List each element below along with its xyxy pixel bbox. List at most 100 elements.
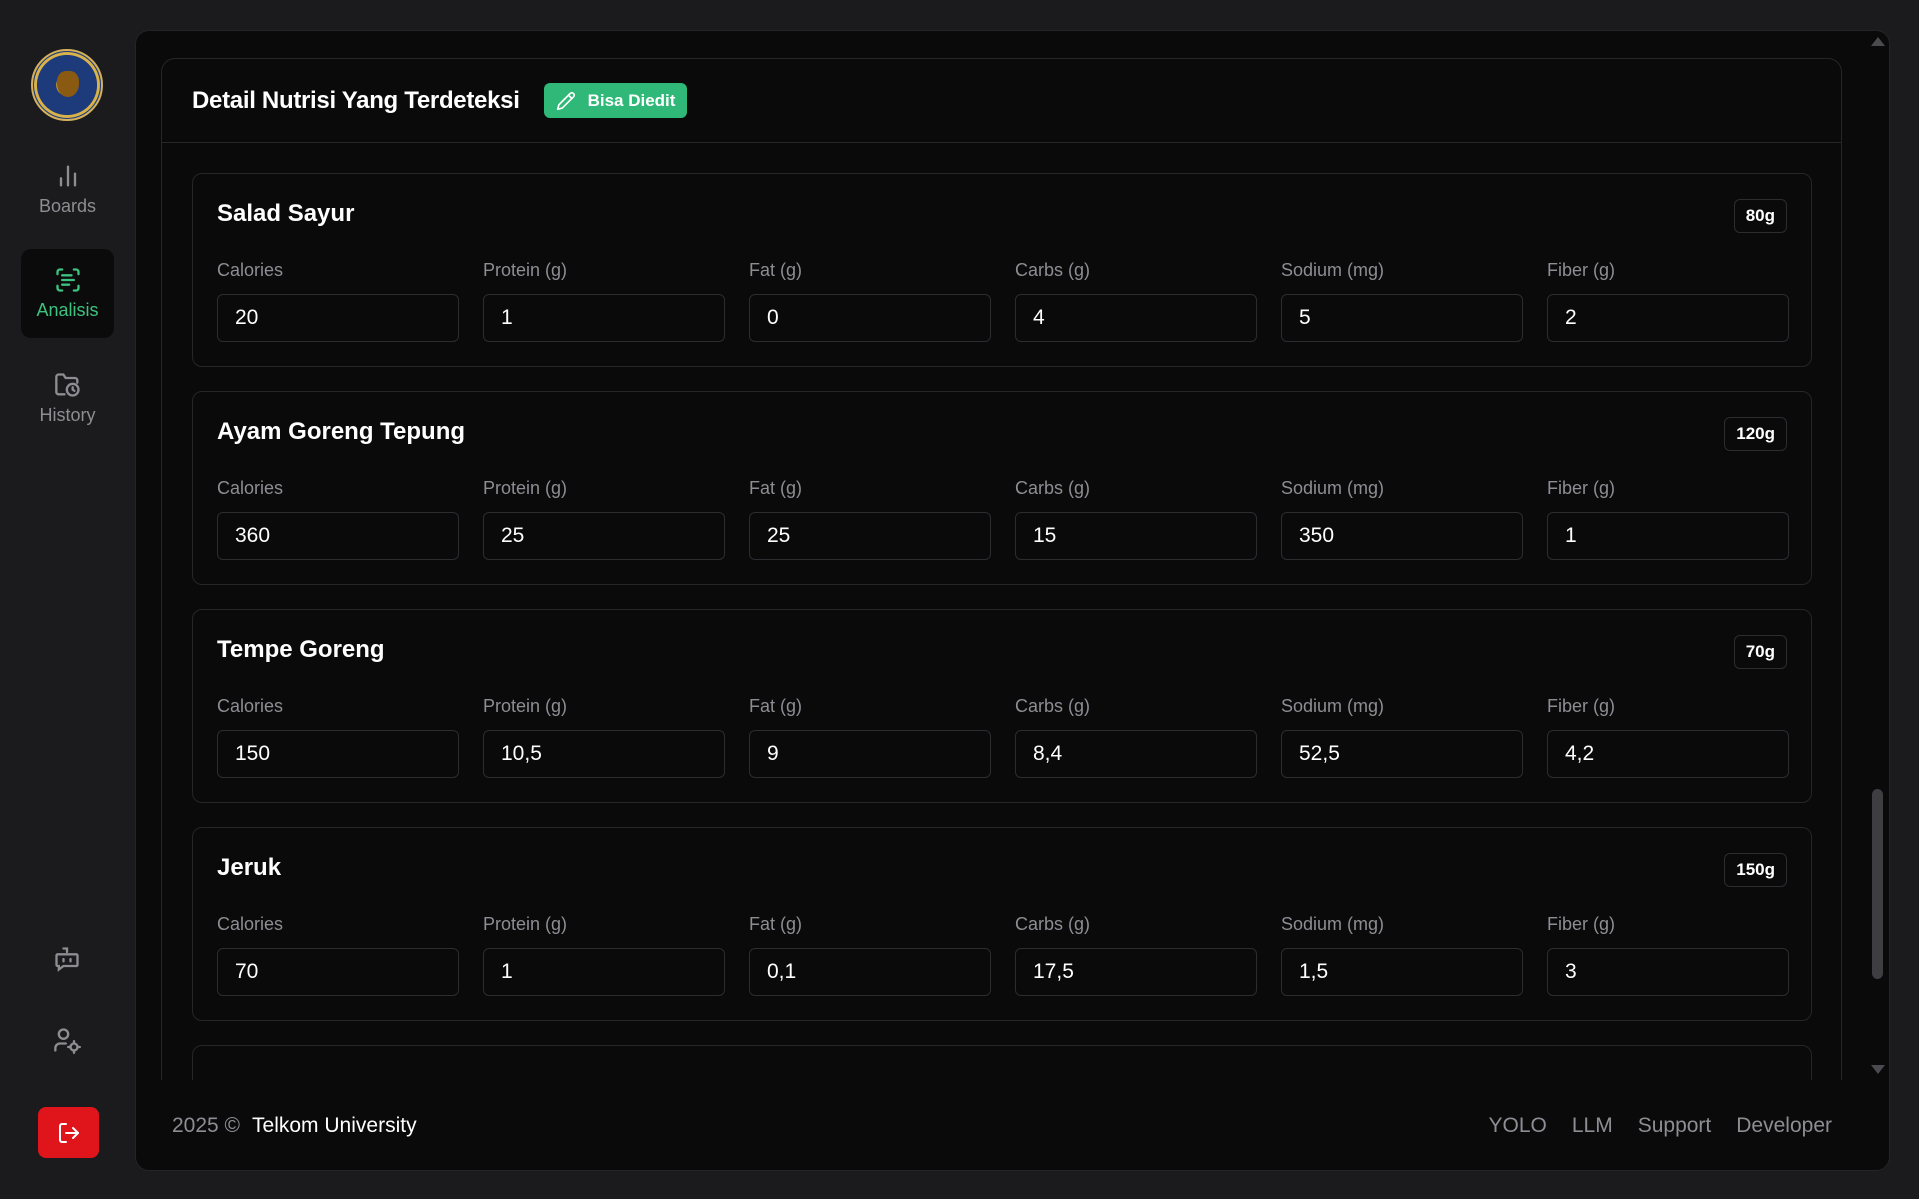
field-protein-label: Protein (g) bbox=[483, 914, 568, 934]
logout-icon bbox=[58, 1122, 79, 1143]
carbs-input[interactable] bbox=[1015, 294, 1257, 342]
food-item: Jeruk 150g Calories Protein (g) Fat (g) Carbs… bbox=[192, 827, 1812, 1021]
field-sodium-label: Sodium (mg) bbox=[1281, 260, 1385, 280]
food-item: Salad Sayur 80g Calories Protein (g) Fat (g)… bbox=[192, 173, 1812, 367]
card-header: Detail Nutrisi Yang Terdeteksi Bisa Died… bbox=[162, 59, 1841, 143]
sodium-input[interactable] bbox=[1281, 948, 1523, 996]
nav-analisis[interactable]: Analisis bbox=[21, 249, 114, 338]
carbs-input[interactable] bbox=[1015, 948, 1257, 996]
protein-input[interactable] bbox=[483, 730, 725, 778]
food-weight-badge: 150g bbox=[1724, 853, 1787, 887]
sidebar: Boards Analisis History bbox=[0, 0, 135, 1199]
card-title: Detail Nutrisi Yang Terdeteksi bbox=[192, 86, 520, 114]
scroll-up-arrow-icon[interactable] bbox=[1871, 37, 1885, 46]
field-fiber-label: Fiber (g) bbox=[1547, 914, 1616, 934]
carbs-input[interactable] bbox=[1015, 512, 1257, 560]
food-item: Tempe Goreng 70g Calories Protein (g) Fat (g… bbox=[192, 609, 1812, 803]
field-calories-label: Calories bbox=[217, 260, 284, 280]
field-calories-label: Calories bbox=[217, 478, 284, 498]
field-fiber: Fiber (g) bbox=[1547, 260, 1789, 342]
carbs-input[interactable] bbox=[1015, 730, 1257, 778]
nav-boards-label: Boards bbox=[38, 196, 97, 216]
field-sodium: Sodium (mg) bbox=[1281, 478, 1523, 560]
nav-boards[interactable]: Boards bbox=[21, 145, 114, 234]
calories-input[interactable] bbox=[217, 512, 459, 560]
calories-input[interactable] bbox=[217, 730, 459, 778]
field-fiber: Fiber (g) bbox=[1547, 478, 1789, 560]
field-protein: Protein (g) bbox=[483, 914, 725, 996]
sodium-input[interactable] bbox=[1281, 512, 1523, 560]
scroll-down-arrow-icon[interactable] bbox=[1871, 1065, 1885, 1074]
footer-link-yolo[interactable]: YOLO bbox=[1488, 1114, 1546, 1138]
garuda-emblem-icon bbox=[57, 71, 79, 97]
fat-input[interactable] bbox=[749, 294, 991, 342]
user-cog-icon bbox=[54, 1028, 81, 1054]
field-calories: Calories bbox=[217, 260, 459, 342]
food-weight-badge: 120g bbox=[1724, 417, 1787, 451]
footer-copyright: 2025 © Telkom University bbox=[172, 1114, 417, 1138]
fat-input[interactable] bbox=[749, 512, 991, 560]
footer-org-link[interactable]: Telkom University bbox=[252, 1114, 417, 1138]
field-protein: Protein (g) bbox=[483, 260, 725, 342]
protein-input[interactable] bbox=[483, 294, 725, 342]
calories-input[interactable] bbox=[217, 294, 459, 342]
fiber-input[interactable] bbox=[1547, 294, 1789, 342]
fiber-input[interactable] bbox=[1547, 512, 1789, 560]
fat-input[interactable] bbox=[749, 730, 991, 778]
folder-clock-icon bbox=[54, 373, 80, 397]
field-protein: Protein (g) bbox=[483, 478, 725, 560]
food-name: Ayam Goreng Tepung bbox=[217, 418, 466, 445]
field-fat: Fat (g) bbox=[749, 914, 991, 996]
scrollbar-thumb[interactable] bbox=[1872, 789, 1883, 979]
field-carbs-label: Carbs (g) bbox=[1015, 914, 1091, 934]
footer-link-developer[interactable]: Developer bbox=[1736, 1114, 1832, 1138]
food-weight-badge: 70g bbox=[1733, 635, 1787, 669]
footer-year: 2025 © bbox=[172, 1114, 241, 1137]
field-carbs-label: Carbs (g) bbox=[1015, 260, 1091, 280]
footer-link-support[interactable]: Support bbox=[1638, 1114, 1712, 1138]
scan-text-icon bbox=[55, 268, 80, 292]
field-carbs-label: Carbs (g) bbox=[1015, 478, 1091, 498]
field-fat: Fat (g) bbox=[749, 478, 991, 560]
fiber-input[interactable] bbox=[1547, 730, 1789, 778]
fat-input[interactable] bbox=[749, 948, 991, 996]
field-fat-label: Fat (g) bbox=[749, 696, 803, 716]
field-sodium-label: Sodium (mg) bbox=[1281, 914, 1385, 934]
sodium-input[interactable] bbox=[1281, 294, 1523, 342]
calories-input[interactable] bbox=[217, 948, 459, 996]
field-calories: Calories bbox=[217, 478, 459, 560]
bgn-logo bbox=[31, 49, 103, 121]
field-protein: Protein (g) bbox=[483, 696, 725, 778]
nav-analisis-label: Analisis bbox=[36, 300, 99, 320]
nav-history[interactable]: History bbox=[21, 354, 114, 443]
food-name: Tempe Goreng bbox=[217, 636, 385, 663]
user-settings-button[interactable] bbox=[50, 1023, 84, 1057]
footer: 2025 © Telkom University YOLO LLM Suppor… bbox=[136, 1080, 1866, 1170]
field-carbs: Carbs (g) bbox=[1015, 260, 1257, 342]
footer-link-llm[interactable]: LLM bbox=[1572, 1114, 1613, 1138]
editable-badge-label: Bisa Diedit bbox=[587, 90, 676, 110]
field-fat-label: Fat (g) bbox=[749, 260, 803, 280]
protein-input[interactable] bbox=[483, 948, 725, 996]
field-carbs: Carbs (g) bbox=[1015, 914, 1257, 996]
content-scroll-area[interactable]: Detail Nutrisi Yang Terdeteksi Bisa Died… bbox=[136, 31, 1866, 1080]
food-item bbox=[192, 1045, 1812, 1080]
field-protein-label: Protein (g) bbox=[483, 478, 568, 498]
scrollbar[interactable] bbox=[1864, 31, 1889, 1170]
field-fat-label: Fat (g) bbox=[749, 478, 803, 498]
field-fat: Fat (g) bbox=[749, 260, 991, 342]
field-carbs: Carbs (g) bbox=[1015, 696, 1257, 778]
field-calories-label: Calories bbox=[217, 914, 284, 934]
field-calories-label: Calories bbox=[217, 696, 284, 716]
chatbot-button[interactable] bbox=[50, 942, 84, 976]
logout-button[interactable] bbox=[38, 1107, 99, 1158]
protein-input[interactable] bbox=[483, 512, 725, 560]
bot-message-icon bbox=[55, 947, 79, 972]
field-protein-label: Protein (g) bbox=[483, 260, 568, 280]
nav-history-label: History bbox=[39, 405, 96, 425]
footer-links: YOLO LLM Support Developer bbox=[1488, 1114, 1832, 1138]
editable-badge: Bisa Diedit bbox=[543, 83, 688, 118]
fiber-input[interactable] bbox=[1547, 948, 1789, 996]
field-fat: Fat (g) bbox=[749, 696, 991, 778]
sodium-input[interactable] bbox=[1281, 730, 1523, 778]
